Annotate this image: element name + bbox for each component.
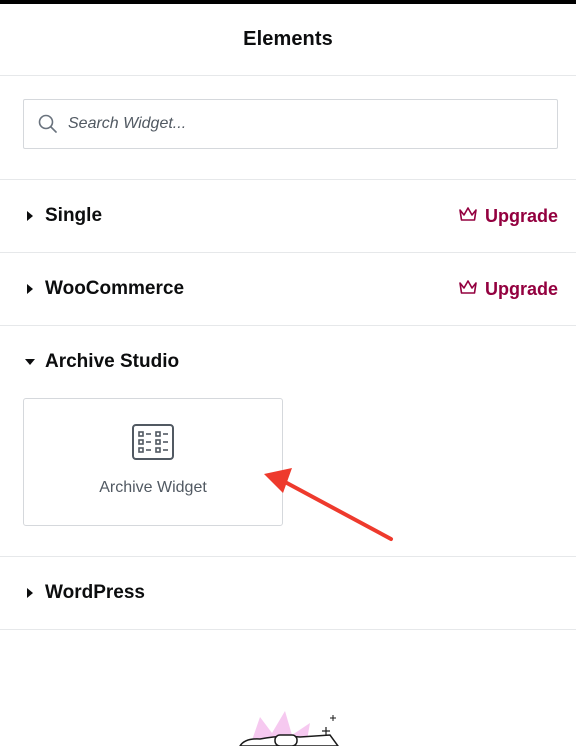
category-label: Single: [45, 205, 103, 226]
widget-label: Archive Widget: [99, 479, 207, 496]
archive-grid-icon: [132, 424, 174, 465]
crown-icon: [458, 206, 485, 227]
search-section: [0, 76, 576, 180]
crown-icon: [458, 279, 485, 300]
category-label: Archive Studio: [45, 351, 180, 372]
panel-header: Elements: [0, 4, 576, 76]
category-archive-studio: Archive Studio Archive Widget: [0, 326, 576, 557]
caret-right-icon: [25, 588, 35, 598]
category-label: WooCommerce: [45, 278, 185, 299]
category-label: WordPress: [45, 582, 145, 603]
search-box[interactable]: [23, 99, 558, 149]
panel-title: Elements: [243, 28, 333, 50]
archive-widget-card[interactable]: Archive Widget: [23, 398, 283, 526]
upgrade-label: Upgrade: [484, 278, 558, 299]
upgrade-link[interactable]: Upgrade: [458, 253, 558, 325]
category-single[interactable]: Single Upgrade: [0, 180, 576, 253]
caret-down-icon: [25, 357, 35, 367]
search-icon: [37, 113, 59, 135]
category-woocommerce[interactable]: WooCommerce Upgrade: [0, 253, 576, 326]
upgrade-label: Upgrade: [484, 205, 558, 226]
caret-right-icon: [25, 284, 35, 294]
caret-right-icon: [25, 211, 35, 221]
search-input[interactable]: [68, 115, 528, 133]
category-wordpress[interactable]: WordPress: [0, 557, 576, 630]
upgrade-link[interactable]: Upgrade: [458, 180, 558, 252]
category-header[interactable]: Archive Studio: [0, 326, 576, 398]
promo-illustration: [239, 711, 339, 746]
